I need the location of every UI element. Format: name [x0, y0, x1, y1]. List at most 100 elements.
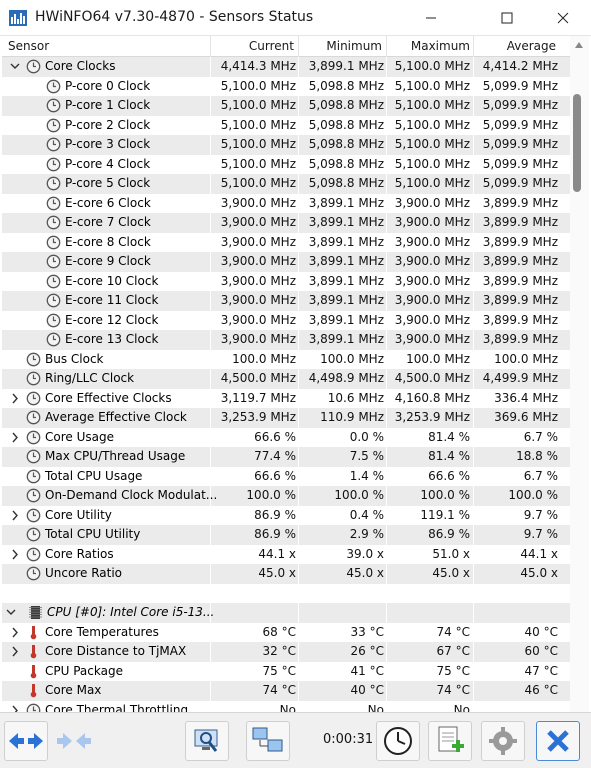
table-row[interactable]: Core Clocks 4,414.3 MHz 3,899.1 MHz 5,100.0…: [2, 57, 570, 77]
clock-icon: [46, 332, 61, 347]
average-value: 3,899.9 MHz: [482, 254, 558, 268]
sensor-label: Core Temperatures: [45, 624, 159, 639]
collapse-chevron-icon[interactable]: [6, 606, 16, 619]
table-row[interactable]: Core Thermal Throttling No No No: [2, 700, 570, 713]
settings-button[interactable]: [481, 721, 525, 761]
sensor-label: Core Thermal Throttling: [45, 702, 189, 713]
column-minimum[interactable]: Minimum: [298, 39, 382, 53]
table-row[interactable]: E-core 7 Clock 3,900.0 MHz 3,899.1 MHz 3,90…: [2, 213, 570, 233]
table-row[interactable]: P-core 3 Clock 5,100.0 MHz 5,098.8 MHz 5,10…: [2, 135, 570, 155]
vertical-scrollbar[interactable]: [570, 36, 589, 712]
sensor-label: Core Effective Clocks: [45, 390, 172, 405]
sensor-label: Core Utility: [45, 507, 112, 522]
table-row[interactable]: Core Ratios 44.1 x 39.0 x 51.0 x 44.1 x: [2, 544, 570, 564]
table-row[interactable]: CPU [#0]: Intel Core i5-13...: [2, 603, 570, 623]
current-value: 4,414.3 MHz: [220, 59, 296, 73]
table-row[interactable]: Uncore Ratio 45.0 x 45.0 x 45.0 x 45.0 x: [2, 564, 570, 584]
table-row[interactable]: P-core 2 Clock 5,100.0 MHz 5,098.8 MHz 5,10…: [2, 115, 570, 135]
table-row[interactable]: E-core 13 Clock 3,900.0 MHz 3,899.1 MHz 3,9…: [2, 330, 570, 350]
reset-timer-button[interactable]: [376, 721, 420, 761]
average-value: 100.0 MHz: [494, 351, 558, 366]
sensor-label: E-core 9 Clock: [65, 254, 151, 268]
maximize-button[interactable]: [484, 0, 530, 36]
table-row[interactable]: Core Utility 86.9 % 0.4 % 119.1 % 9.7 %: [2, 505, 570, 525]
clock-icon: [26, 703, 41, 712]
column-maximum[interactable]: Maximum: [386, 39, 470, 53]
minimum-value: 4,498.9 MHz: [308, 371, 384, 385]
table-row[interactable]: CPU Package 75 °C 41 °C 75 °C 47 °C: [2, 661, 570, 681]
table-row[interactable]: P-core 0 Clock 5,100.0 MHz 5,098.8 MHz 5,10…: [2, 76, 570, 96]
expand-chevron-icon[interactable]: [10, 509, 20, 522]
minimum-value: 3,899.1 MHz: [308, 312, 384, 327]
current-value: 3,900.0 MHz: [220, 234, 296, 249]
expand-chevron-icon[interactable]: [10, 626, 20, 639]
expand-chevron-icon[interactable]: [10, 704, 20, 713]
table-row[interactable]: Core Usage 66.6 % 0.0 % 81.4 % 6.7 %: [2, 427, 570, 447]
expand-chevron-icon[interactable]: [10, 392, 20, 405]
current-value: 3,900.0 MHz: [220, 273, 296, 288]
table-row[interactable]: Core Max 74 °C 40 °C 74 °C 46 °C: [2, 681, 570, 701]
table-row[interactable]: E-core 11 Clock 3,900.0 MHz 3,899.1 MHz 3,9…: [2, 291, 570, 311]
collapse-all-button[interactable]: [52, 721, 96, 761]
scroll-up-icon[interactable]: [575, 42, 583, 48]
average-value: 4,499.9 MHz: [482, 371, 558, 385]
clock-icon: [46, 235, 61, 249]
maximum-value: 3,900.0 MHz: [394, 254, 470, 268]
table-row[interactable]: Core Temperatures 68 °C 33 °C 74 °C 40 °C: [2, 622, 570, 642]
sensor-label: Core Max: [45, 683, 102, 697]
column-average[interactable]: Average: [472, 39, 556, 53]
table-row[interactable]: E-core 10 Clock 3,900.0 MHz 3,899.1 MHz 3,9…: [2, 271, 570, 291]
table-row[interactable]: Core Effective Clocks 3,119.7 MHz 10.6 MHz…: [2, 388, 570, 408]
clock-icon: [46, 274, 61, 288]
table-row[interactable]: [2, 584, 570, 604]
close-sensors-button[interactable]: [536, 721, 580, 761]
expand-chevron-icon[interactable]: [10, 431, 20, 444]
expand-chevron-icon[interactable]: [10, 548, 20, 561]
table-row[interactable]: Total CPU Usage 66.6 % 1.4 % 66.6 % 6.7 %: [2, 466, 570, 486]
table-row[interactable]: Max CPU/Thread Usage 77.4 % 7.5 % 81.4 % 18.…: [2, 447, 570, 467]
table-row[interactable]: P-core 5 Clock 5,100.0 MHz 5,098.8 MHz 5,10…: [2, 174, 570, 194]
expand-collapse-button[interactable]: [4, 721, 48, 761]
close-window-button[interactable]: [540, 0, 586, 36]
table-row[interactable]: P-core 4 Clock 5,100.0 MHz 5,098.8 MHz 5,10…: [2, 154, 570, 174]
table-row[interactable]: E-core 12 Clock 3,900.0 MHz 3,899.1 MHz 3,9…: [2, 310, 570, 330]
average-value: 9.7 %: [523, 507, 558, 522]
current-value: 100.0 %: [246, 488, 296, 502]
logging-button[interactable]: [428, 721, 472, 761]
table-row[interactable]: E-core 9 Clock 3,900.0 MHz 3,899.1 MHz 3,90…: [2, 252, 570, 272]
table-row[interactable]: Bus Clock 100.0 MHz 100.0 MHz 100.0 MHz 100.…: [2, 349, 570, 369]
window-title: HWiNFO64 v7.30-4870 - Sensors Status: [35, 9, 314, 25]
elapsed-timer: 0:00:31: [323, 732, 374, 747]
table-header: Sensor Current Minimum Maximum Average: [2, 36, 570, 57]
report-button[interactable]: [185, 721, 229, 761]
column-current[interactable]: Current: [210, 39, 294, 53]
table-row[interactable]: Average Effective Clock 3,253.9 MHz 110.9 …: [2, 408, 570, 428]
network-button[interactable]: [246, 721, 290, 761]
sensor-label: Total CPU Usage: [45, 468, 143, 483]
minimize-button[interactable]: [408, 0, 454, 36]
sensor-label: Ring/LLC Clock: [45, 371, 135, 385]
current-value: No: [279, 702, 296, 713]
sensor-label: Core Distance to TjMAX: [45, 644, 187, 658]
expand-chevron-icon[interactable]: [10, 645, 20, 658]
maximum-value: 66.6 %: [428, 468, 470, 483]
maximum-value: 45.0 x: [432, 566, 470, 580]
table-row[interactable]: On-Demand Clock Modulat... 100.0 % 100.0 %…: [2, 486, 570, 506]
collapse-chevron-icon[interactable]: [10, 60, 20, 73]
scrollbar-thumb[interactable]: [573, 94, 581, 192]
current-value: 5,100.0 MHz: [220, 137, 296, 151]
column-sensor[interactable]: Sensor: [8, 39, 49, 53]
table-row[interactable]: P-core 1 Clock 5,100.0 MHz 5,098.8 MHz 5,10…: [2, 96, 570, 116]
average-value: 100.0 %: [508, 488, 558, 502]
table-row[interactable]: Total CPU Utility 86.9 % 2.9 % 86.9 % 9.7 %: [2, 525, 570, 545]
current-value: 5,100.0 MHz: [220, 156, 296, 171]
table-row[interactable]: Core Distance to TjMAX 32 °C 26 °C 67 °C 60 …: [2, 642, 570, 662]
average-value: 369.6 MHz: [494, 410, 558, 424]
table-row[interactable]: Ring/LLC Clock 4,500.0 MHz 4,498.9 MHz 4,50…: [2, 369, 570, 389]
clock-icon: [46, 313, 61, 327]
table-row[interactable]: E-core 8 Clock 3,900.0 MHz 3,899.1 MHz 3,90…: [2, 232, 570, 252]
sensor-label: CPU Package: [45, 663, 123, 678]
table-row[interactable]: E-core 6 Clock 3,900.0 MHz 3,899.1 MHz 3,90…: [2, 193, 570, 213]
minimum-value: 110.9 MHz: [320, 410, 384, 424]
maximum-value: 75 °C: [436, 663, 470, 678]
